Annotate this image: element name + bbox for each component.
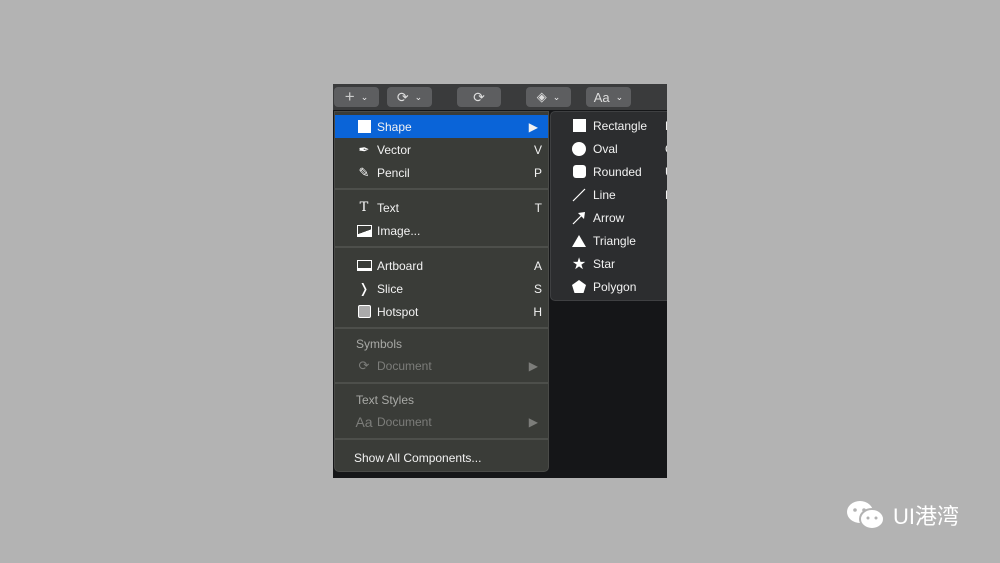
menu-item-slice[interactable]: ❭ Slice S [335, 277, 548, 300]
hotspot-icon [356, 304, 372, 320]
divider [335, 246, 548, 248]
menu-item-image[interactable]: Image... [335, 219, 548, 242]
line-icon [571, 187, 587, 203]
toolbar: + ⌄ ⟳ ⌄ ⟳ ◈ ⌄ Aa ⌄ [333, 84, 667, 110]
pencil-icon: ✎ [358, 164, 370, 180]
shortcut: L [665, 188, 667, 202]
refresh-icon: ⟳ [358, 357, 370, 373]
label: Document [377, 414, 432, 429]
chevron-down-icon: ⌄ [414, 91, 423, 102]
star-icon: ★ [571, 255, 587, 273]
label: Triangle [593, 233, 636, 248]
divider [335, 188, 548, 190]
shortcut: T [534, 200, 542, 215]
text-icon: Aa [593, 89, 610, 105]
menu-item-artboard[interactable]: Artboard A [335, 254, 548, 277]
shortcut: H [533, 304, 542, 319]
menu-item-text[interactable]: T Text T [335, 196, 548, 219]
label: Pencil [377, 165, 410, 180]
app-window: + ⌄ ⟳ ⌄ ⟳ ◈ ⌄ Aa ⌄ Shape ▶ ✒ Vector V ✎ Pencil P … [333, 84, 667, 478]
refresh-icon: ⟳ [473, 88, 485, 105]
watermark-text: UI港湾 [893, 504, 960, 529]
pen-icon: ✒ [358, 141, 370, 157]
label: Image... [377, 223, 421, 238]
label: Star [593, 256, 616, 271]
shortcut: A [533, 258, 542, 273]
shortcut: O [665, 142, 667, 156]
menu-item-vector[interactable]: ✒ Vector V [335, 138, 548, 161]
knife-icon: ❭ [358, 280, 370, 296]
divider [335, 438, 548, 440]
shape-submenu: Rectangle R Oval O Rounded U Line L Arrow Tr… [550, 111, 667, 301]
chevron-down-icon: ⌄ [615, 91, 624, 102]
menu-item-pencil[interactable]: ✎ Pencil P [335, 161, 548, 184]
insert-menu: Shape ▶ ✒ Vector V ✎ Pencil P T Text T Image...… [334, 111, 549, 472]
symbols-header: Symbols [356, 337, 403, 351]
triangle-icon [571, 233, 587, 249]
shortcut: U [665, 165, 667, 179]
label: Hotspot [377, 304, 419, 319]
text-styles-icon: Aa [355, 413, 373, 430]
shortcut: P [533, 165, 542, 180]
label: Polygon [593, 279, 637, 294]
text-styles-header: Text Styles [356, 393, 415, 407]
label: Show All Components... [354, 450, 482, 465]
symbols-button[interactable]: ⟳ ⌄ [387, 87, 432, 107]
layers-icon: ◈ [536, 89, 547, 104]
submenu-item-line[interactable]: Line L [551, 183, 667, 206]
menu-item-show-all-components[interactable]: Show All Components... [335, 446, 548, 469]
menu-item-shape[interactable]: Shape ▶ [335, 115, 548, 138]
label: Artboard [377, 258, 424, 273]
menu-item-symbols-document: ⟳ Document ▶ [335, 354, 548, 377]
divider [335, 382, 548, 384]
refresh-icon: ⟳ [396, 88, 409, 105]
label: Oval [593, 141, 618, 156]
text-styles-button[interactable]: Aa ⌄ [586, 87, 631, 107]
label: Line [593, 187, 616, 202]
watermark-logo: UI港湾 [845, 498, 959, 532]
shortcut: V [533, 142, 542, 157]
shortcut: S [533, 281, 542, 296]
chevron-down-icon: ⌄ [552, 91, 561, 102]
menu-item-text-styles-document: Aa Document ▶ [335, 410, 548, 433]
submenu-item-star[interactable]: ★ Star [551, 252, 667, 275]
rounded-rect-icon [571, 164, 587, 180]
wechat-icon [847, 501, 885, 530]
label: Rounded [593, 164, 642, 179]
label: Rectangle [593, 118, 648, 133]
insert-button[interactable]: + ⌄ [334, 87, 379, 107]
submenu-item-polygon[interactable]: Polygon [551, 275, 667, 298]
label: Document [377, 358, 432, 373]
label: Shape [377, 119, 412, 134]
shortcut: R [665, 119, 667, 133]
submenu-arrow-icon: ▶ [528, 119, 538, 134]
label: Vector [377, 142, 412, 157]
submenu-arrow-icon: ▶ [528, 414, 538, 429]
label: Text [377, 200, 400, 215]
menu-item-hotspot[interactable]: Hotspot H [335, 300, 548, 323]
plus-icon: + [344, 87, 355, 106]
square-icon [356, 119, 372, 135]
submenu-item-triangle[interactable]: Triangle [551, 229, 667, 252]
label: Slice [377, 281, 404, 296]
submenu-arrow-icon: ▶ [528, 358, 538, 373]
text-icon: T [359, 200, 369, 215]
submenu-item-rounded[interactable]: Rounded U [551, 160, 667, 183]
rectangle-icon [571, 118, 587, 134]
sync-button[interactable]: ⟳ [457, 87, 501, 107]
submenu-item-rectangle[interactable]: Rectangle R [551, 114, 667, 137]
label: Arrow [593, 210, 625, 225]
submenu-item-arrow[interactable]: Arrow [551, 206, 667, 229]
arrow-icon [571, 210, 587, 226]
artboard-icon [356, 258, 372, 274]
divider [335, 327, 548, 329]
submenu-item-oval[interactable]: Oval O [551, 137, 667, 160]
chevron-down-icon: ⌄ [360, 91, 369, 102]
polygon-icon [571, 279, 587, 295]
image-icon [356, 223, 372, 239]
oval-icon [571, 141, 587, 157]
layers-button[interactable]: ◈ ⌄ [526, 87, 571, 107]
